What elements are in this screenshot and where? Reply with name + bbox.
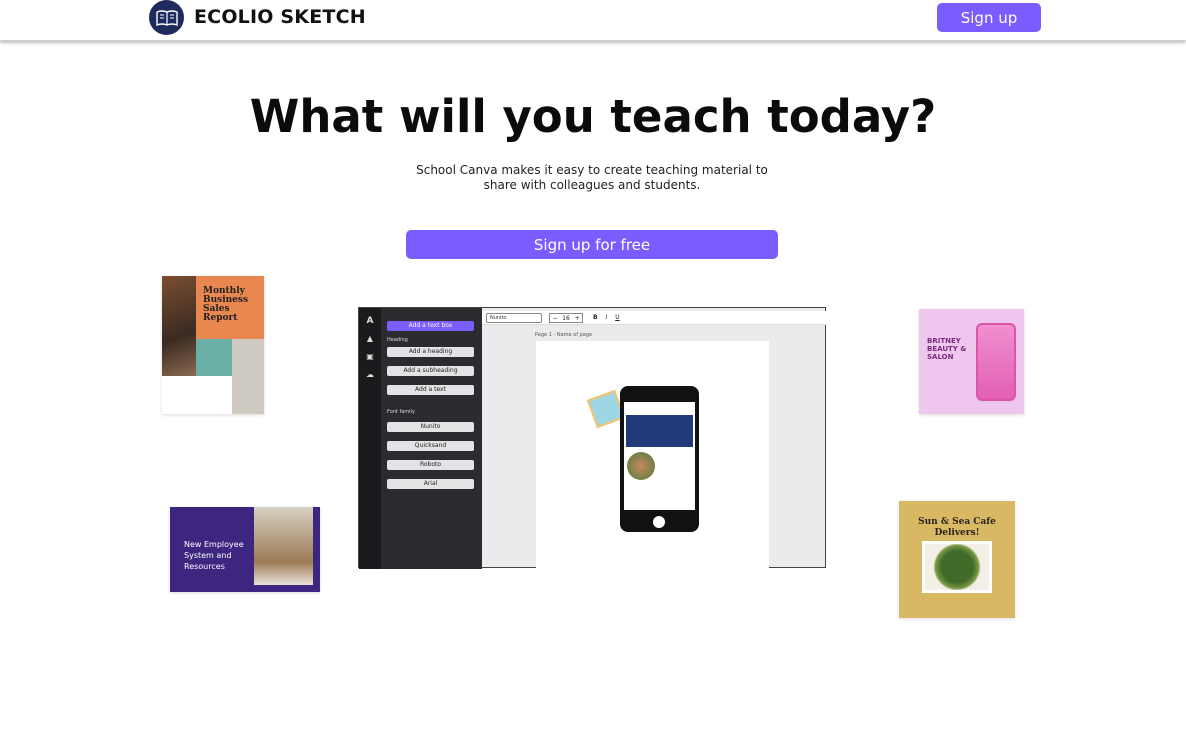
phone-image [976,323,1016,401]
font-size-value: 16 [562,315,570,322]
italic-icon[interactable]: I [606,314,608,321]
cafe-card-title: Sun & Sea Cafe Delivers! [918,517,996,538]
employee-card-title: New Employee System and Resources [184,540,244,571]
editor-toolbar: Nunito − 16 + B I U [482,311,826,325]
signup-free-button[interactable]: Sign up for free [406,230,778,259]
signup-button[interactable]: Sign up [937,3,1041,32]
add-subheading-button[interactable]: Add a subheading [387,366,474,376]
add-heading-button[interactable]: Add a heading [387,347,474,357]
shapes-tool-icon[interactable]: ▲ [359,330,381,348]
food-photo [922,541,992,593]
editor-rail: A ▲ ▣ ☁ [359,308,381,569]
font-option-roboto[interactable]: Roboto [387,460,474,470]
top-header: ECOLIO SKETCH Sign up [0,0,1186,41]
logo[interactable] [149,0,184,35]
minus-icon[interactable]: − [552,314,557,322]
photos-tool-icon[interactable]: ▣ [359,348,381,366]
format-buttons: B I U [593,313,620,323]
font-family-label: Font family [387,409,415,415]
couple-photo [254,507,313,585]
font-option-nunito[interactable]: Nunito [387,422,474,432]
add-text-button[interactable]: Add a text [387,385,474,395]
font-size-stepper[interactable]: − 16 + [549,313,583,323]
beauty-card-title: BRITNEY BEAUTY & SALON [927,337,967,361]
editor-canvas[interactable] [536,341,769,569]
underline-icon[interactable]: U [615,314,619,321]
font-option-arial[interactable]: Arial [387,479,474,489]
template-card-beauty-salon[interactable]: BRITNEY BEAUTY & SALON [919,309,1024,414]
woman-photo [162,276,196,376]
plus-icon[interactable]: + [575,314,580,322]
text-tool-icon[interactable]: A [359,312,381,330]
hero-subtitle: School Canva makes it easy to create tea… [416,163,768,192]
avatar [627,452,655,480]
upload-cloud-icon[interactable]: ☁ [359,366,381,384]
page-name-label: Page 1 - Name of page [535,332,593,338]
home-button [653,516,665,528]
bold-icon[interactable]: B [593,314,598,321]
template-card-cafe[interactable]: Sun & Sea Cafe Delivers! [899,501,1015,618]
brand-name: ECOLIO SKETCH [194,6,366,28]
editor-panel: Add a text box Heading Add a heading Add… [381,308,482,569]
template-card-new-employee[interactable]: New Employee System and Resources [170,507,320,592]
heading-label: Heading [387,337,408,343]
editor-preview: A ▲ ▣ ☁ Add a text box Heading Add a hea… [358,307,826,569]
font-option-quicksand[interactable]: Quicksand [387,441,474,451]
hero-title: What will you teach today? [249,90,937,143]
font-select[interactable]: Nunito [486,313,542,323]
template-card-sales-report[interactable]: Monthly Business Sales Report [162,276,264,414]
book-icon [155,9,178,26]
add-textbox-button[interactable]: Add a text box [387,321,474,331]
sales-card-title: Monthly Business Sales Report [203,286,249,323]
phone-mockup [620,386,699,532]
